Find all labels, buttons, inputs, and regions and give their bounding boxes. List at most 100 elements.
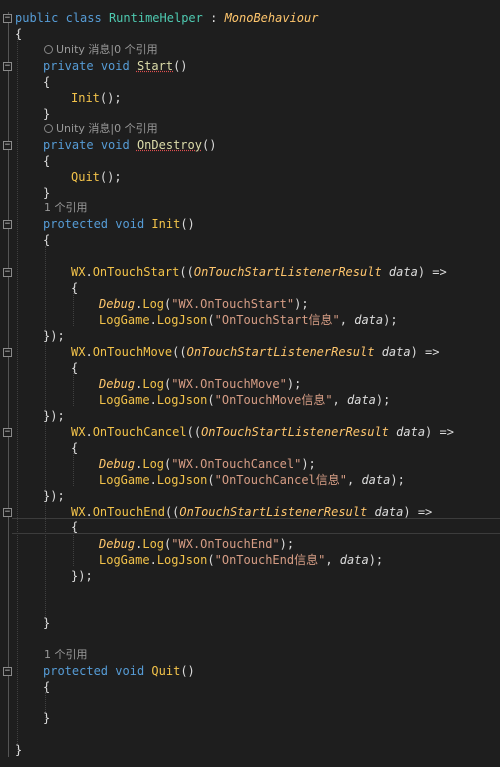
brace: {	[15, 27, 23, 41]
parameter: data	[381, 345, 411, 359]
code-line[interactable]: }	[43, 185, 50, 201]
code-line[interactable]: WX.OnTouchStart((OnTouchStartListenerRes…	[71, 264, 447, 280]
code-line[interactable]: Debug.Log("WX.OnTouchEnd");	[99, 536, 294, 552]
punctuation: (	[207, 313, 215, 327]
code-line[interactable]: protected void Init()	[43, 216, 195, 232]
code-line[interactable]: Quit();	[71, 169, 122, 185]
method-call: OnTouchStart	[92, 265, 180, 279]
code-line[interactable]: {	[15, 26, 22, 42]
punctuation: ((	[164, 505, 180, 519]
code-line[interactable]: {	[71, 360, 78, 376]
class-ref: WX	[71, 505, 86, 519]
class-ref: Debug	[99, 457, 136, 471]
code-line[interactable]: {	[43, 74, 50, 90]
code-line[interactable]: });	[43, 328, 65, 344]
indent-guide	[45, 246, 46, 626]
code-line[interactable]: WX.OnTouchMove((OnTouchStartListenerResu…	[71, 344, 440, 360]
collapse-icon[interactable]: −	[3, 141, 12, 150]
punctuation: ) =>	[403, 505, 433, 519]
code-line[interactable]: {	[43, 679, 50, 695]
type-name: OnTouchStartListenerResult	[186, 345, 375, 359]
parameter: data	[354, 313, 384, 327]
code-line[interactable]: }	[43, 106, 50, 122]
code-line[interactable]: WX.OnTouchCancel((OnTouchStartListenerRe…	[71, 424, 454, 440]
brace: {	[43, 75, 51, 89]
collapse-icon[interactable]: −	[3, 220, 12, 229]
keyword: protected	[43, 217, 109, 231]
codelens-text: Unity 消息|0 个引用	[56, 122, 158, 135]
code-line[interactable]: }	[43, 615, 50, 631]
punctuation: );	[286, 377, 302, 391]
code-line[interactable]: {	[71, 440, 78, 456]
punctuation: (	[207, 473, 215, 487]
codelens[interactable]: Unity 消息|0 个引用	[44, 121, 158, 137]
code-line[interactable]: });	[43, 408, 65, 424]
code-line[interactable]: }	[43, 710, 50, 726]
punctuation: .	[149, 393, 157, 407]
code-line[interactable]: LogGame.LogJson("OnTouchStart信息", data);	[99, 312, 398, 328]
collapse-icon[interactable]: −	[3, 268, 12, 277]
code-line[interactable]: private void Start()	[43, 58, 188, 74]
keyword: private	[43, 59, 94, 73]
codelens[interactable]: 1 个引用	[44, 647, 88, 663]
keyword: public	[15, 11, 59, 25]
type-name: OnTouchStartListenerResult	[179, 505, 368, 519]
class-ref: LogGame	[99, 313, 150, 327]
brace: {	[43, 233, 51, 247]
collapse-icon[interactable]: −	[3, 348, 12, 357]
brace: }	[43, 711, 51, 725]
code-line[interactable]: LogGame.LogJson("OnTouchEnd信息", data);	[99, 552, 383, 568]
punctuation: });	[43, 409, 65, 423]
code-line[interactable]: {	[43, 153, 50, 169]
code-line[interactable]: LogGame.LogJson("OnTouchMove信息", data);	[99, 392, 390, 408]
code-line[interactable]: });	[71, 568, 93, 584]
code-line[interactable]: });	[43, 488, 65, 504]
base-type: MonoBehaviour	[224, 11, 319, 25]
punctuation: ,	[325, 553, 340, 567]
parameter: data	[347, 393, 376, 407]
code-line[interactable]: }	[15, 742, 22, 758]
collapse-icon[interactable]: −	[3, 62, 12, 71]
code-line[interactable]: Debug.Log("WX.OnTouchStart");	[99, 296, 309, 312]
collapse-icon[interactable]: −	[3, 667, 12, 676]
code-line[interactable]: Debug.Log("WX.OnTouchMove");	[99, 376, 301, 392]
code-line[interactable]: LogGame.LogJson("OnTouchCancel信息", data)…	[99, 472, 405, 488]
punctuation: .	[85, 505, 93, 519]
code-line[interactable]: public class RuntimeHelper : MonoBehavio…	[15, 10, 318, 26]
collapse-icon[interactable]: −	[3, 14, 12, 23]
code-line[interactable]: {	[71, 280, 78, 296]
method-call: Quit	[71, 170, 100, 184]
codelens[interactable]: Unity 消息|0 个引用	[44, 42, 158, 58]
codelens[interactable]: 1 个引用	[44, 200, 88, 216]
class-ref: WX	[71, 345, 86, 359]
code-line[interactable]: protected void Quit()	[43, 663, 195, 679]
brace: {	[71, 520, 79, 534]
method-call: Log	[142, 377, 165, 391]
parameter: data	[339, 553, 369, 567]
code-line[interactable]: Init();	[71, 90, 122, 106]
keyword: void	[100, 59, 130, 73]
code-line[interactable]: Debug.Log("WX.OnTouchCancel");	[99, 456, 316, 472]
punctuation: ()	[180, 664, 195, 678]
punctuation: );	[383, 313, 398, 327]
punctuation: .	[85, 425, 93, 439]
class-ref: LogGame	[99, 553, 150, 567]
punctuation: });	[43, 329, 65, 343]
collapse-icon[interactable]: −	[3, 508, 12, 517]
punctuation: :	[202, 11, 225, 25]
code-editor[interactable]: − − − − − − − − − public class RuntimeHe…	[0, 0, 500, 767]
code-line[interactable]: {	[71, 519, 78, 535]
brace: }	[43, 616, 51, 630]
code-line[interactable]: {	[43, 232, 50, 248]
parameter: data	[388, 265, 418, 279]
brace: {	[71, 361, 79, 375]
code-line[interactable]: private void OnDestroy()	[43, 137, 216, 153]
punctuation: );	[390, 473, 405, 487]
collapse-icon[interactable]: −	[3, 428, 12, 437]
method-call: OnTouchEnd	[92, 505, 165, 519]
punctuation: );	[368, 553, 384, 567]
type-name: OnTouchStartListenerResult	[193, 265, 382, 279]
punctuation: ()	[173, 59, 188, 73]
class-name: RuntimeHelper	[108, 11, 203, 25]
code-line[interactable]: WX.OnTouchEnd((OnTouchStartListenerResul…	[71, 504, 432, 520]
